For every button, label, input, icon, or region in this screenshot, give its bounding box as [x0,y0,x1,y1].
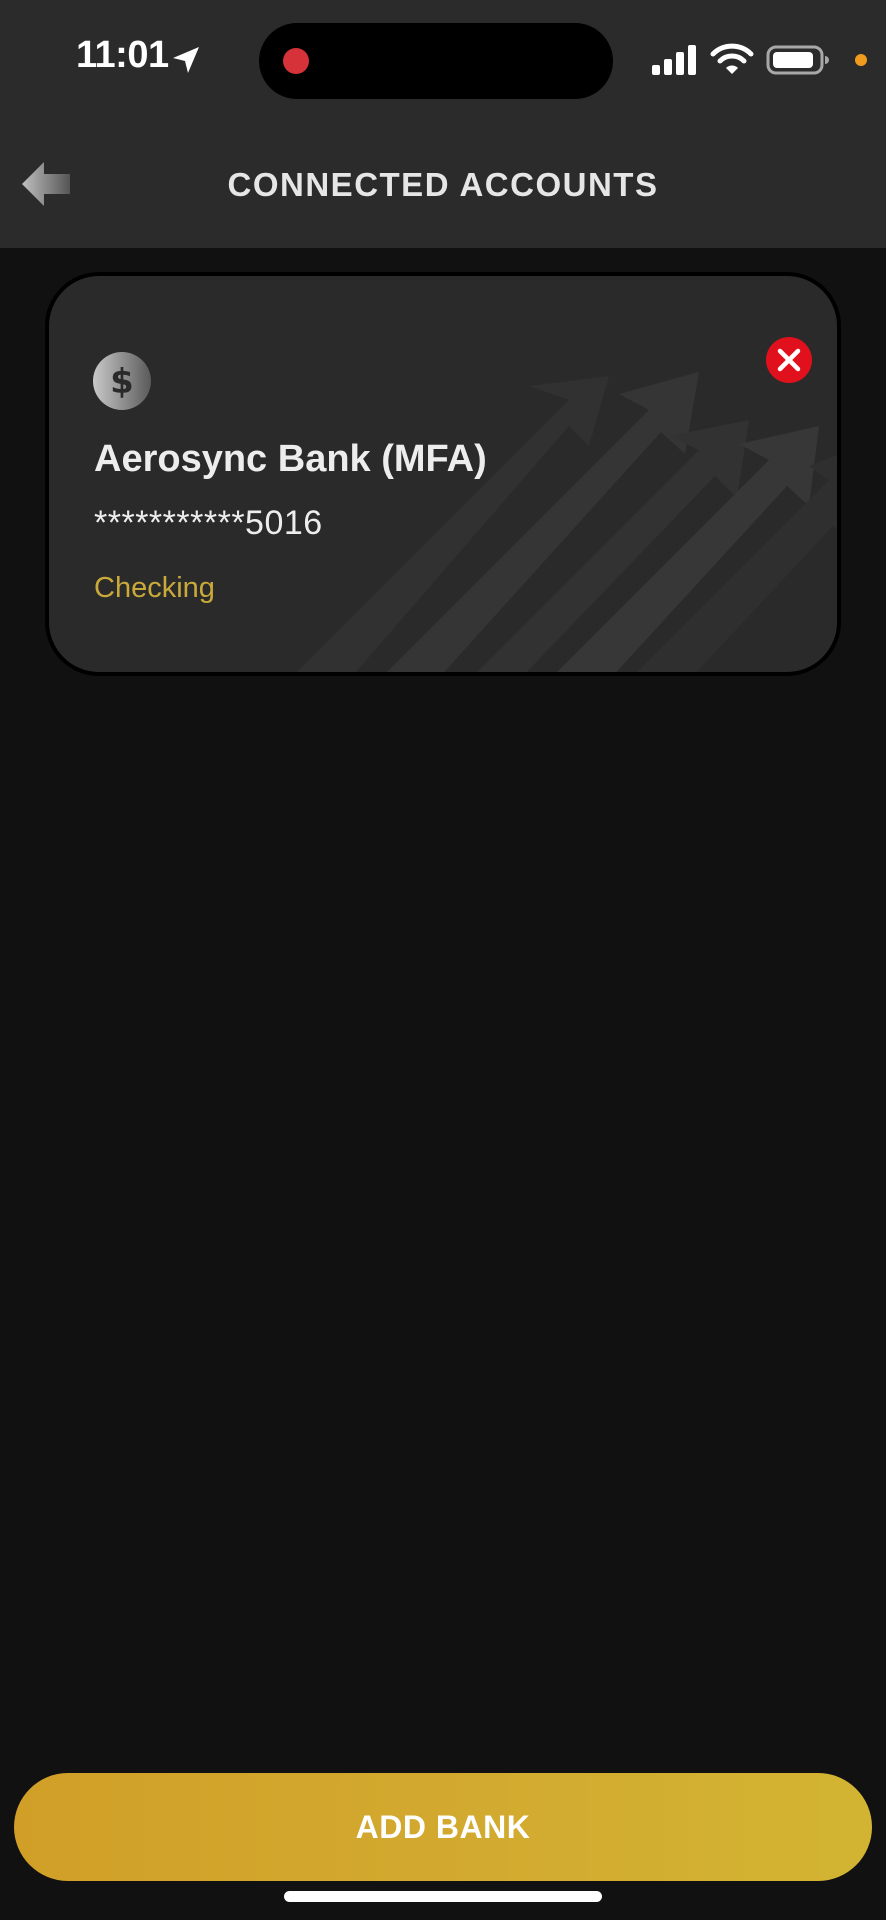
dollar-coin-icon: $ [93,352,151,410]
wifi-icon [710,43,754,74]
battery-icon [766,45,829,75]
recording-indicator [283,48,309,74]
bank-name: Aerosync Bank (MFA) [94,438,487,480]
account-number: ***********5016 [94,504,323,542]
location-arrow-icon [173,47,199,73]
page-title: CONNECTED ACCOUNTS [227,166,659,203]
status-time: 11:01 [76,34,169,76]
nav-bar: CONNECTED ACCOUNTS [0,120,886,248]
remove-account-button[interactable] [765,336,813,384]
add-bank-label: ADD BANK [355,1808,531,1845]
cellular-signal-icon [652,45,696,75]
account-card[interactable]: $ Aerosync Bank (MFA) ***********5016 Ch… [45,272,841,676]
privacy-indicator [855,54,867,66]
svg-text:$: $ [110,362,134,402]
account-type: Checking [94,572,215,604]
status-bar: 11:01 [0,0,886,120]
add-bank-button[interactable]: ADD BANK [14,1773,872,1881]
dynamic-island [259,23,613,99]
home-indicator [284,1891,602,1902]
close-circle-icon [766,337,812,383]
